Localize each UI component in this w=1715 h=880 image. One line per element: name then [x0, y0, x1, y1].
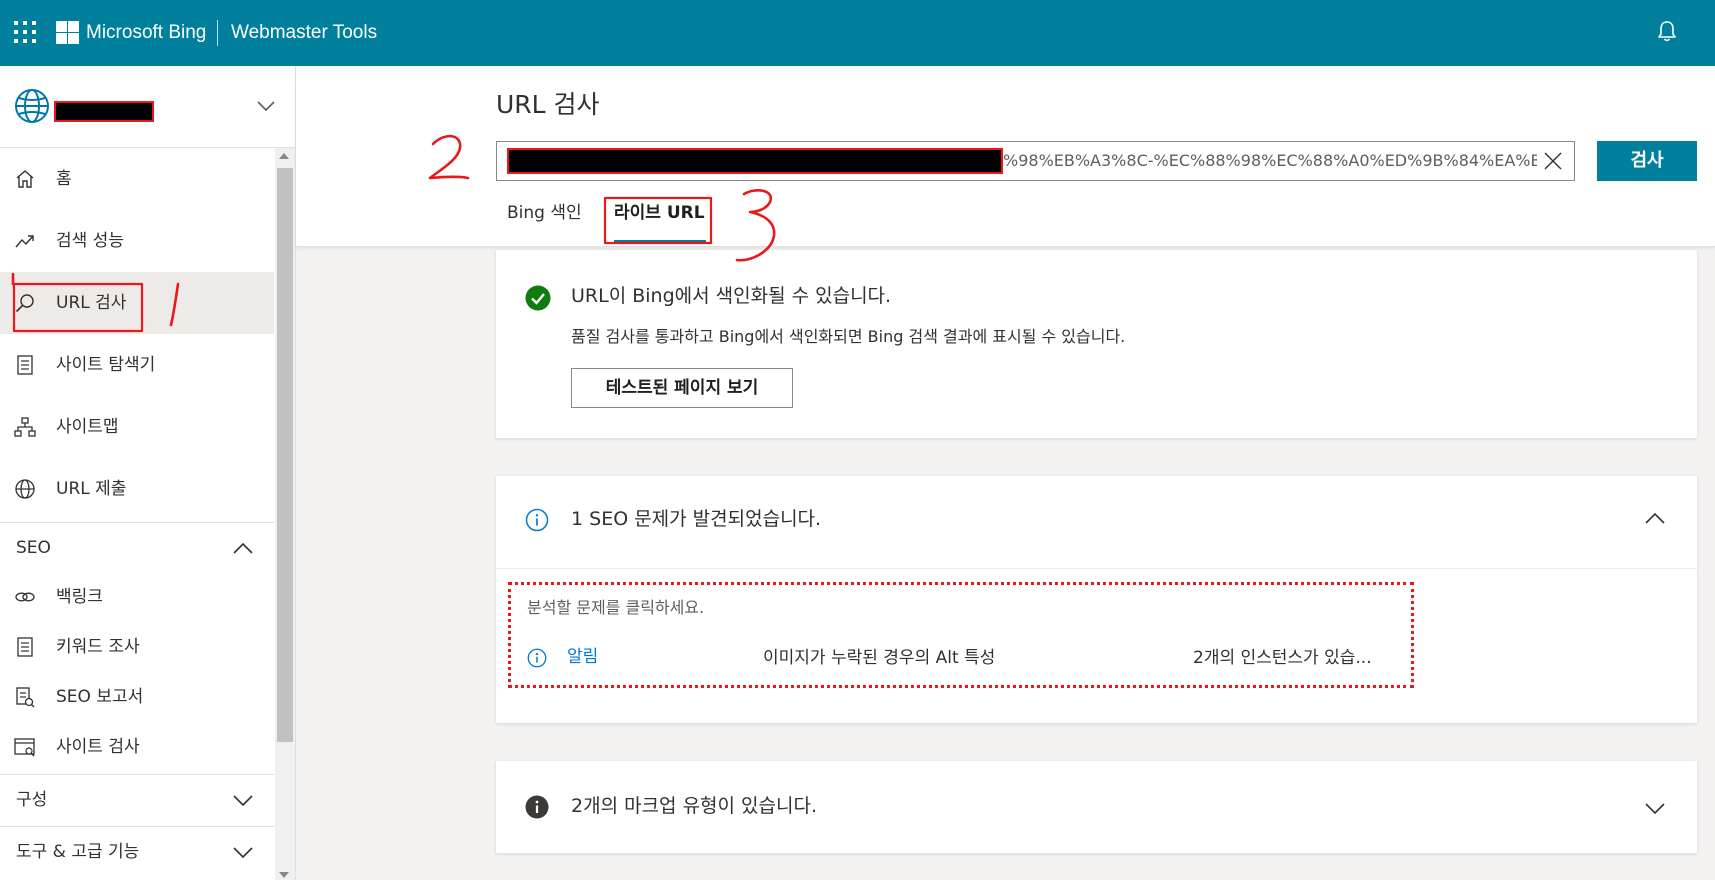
search-icon [15, 294, 34, 313]
indexable-description: 품질 검사를 통과하고 Bing에서 색인화되면 Bing 검색 결과에 표시될… [571, 327, 1126, 346]
sidebar-section-seo[interactable]: SEO [0, 522, 274, 573]
scroll-up-arrow-icon[interactable] [279, 153, 289, 159]
info-filled-icon [525, 795, 549, 819]
report-icon [16, 687, 35, 708]
browser-icon [14, 738, 35, 757]
sidebar-section-label: 구성 [16, 790, 48, 810]
chevron-down-icon [233, 795, 253, 807]
url-visible-part: %98%EB%A3%8C-%EC%88%98%EC%88%A0%ED%9B%84… [1003, 151, 1537, 170]
page-title: URL 검사 [496, 90, 600, 119]
sidebar-item-keyword-research[interactable]: 키워드 조사 [0, 622, 274, 672]
seo-issues-title[interactable]: 1 SEO 문제가 발견되었습니다. [571, 505, 821, 533]
inspect-button[interactable]: 검사 [1597, 141, 1697, 181]
sidebar-scrollbar-thumb[interactable] [277, 168, 293, 742]
top-bar: Microsoft Bing Webmaster Tools [0, 0, 1715, 66]
chevron-down-icon[interactable] [256, 96, 276, 116]
check-circle-icon [525, 285, 551, 311]
indexable-title: URL이 Bing에서 색인화될 수 있습니다. [571, 285, 892, 307]
site-name-redacted [54, 101, 154, 122]
sidebar-item-label: 사이트 검사 [56, 737, 140, 757]
tab-live-url[interactable]: 라이브 URL [614, 200, 705, 226]
active-tab-indicator [614, 240, 706, 243]
seo-issues-card: 1 SEO 문제가 발견되었습니다. 분석할 문제를 클릭하세요. 알림 이미지… [496, 476, 1697, 723]
info-icon [525, 508, 549, 532]
document-icon [17, 355, 33, 375]
sidebar-item-label: URL 검사 [56, 293, 127, 313]
view-tested-page-button[interactable]: 테스트된 페이지 보기 [571, 368, 793, 408]
sidebar-item-label: URL 제출 [56, 479, 127, 499]
sidebar-item-home[interactable]: 홈 [0, 148, 274, 210]
sidebar-item-label: 검색 성능 [56, 231, 124, 251]
chevron-down-icon[interactable] [1644, 799, 1666, 817]
url-input[interactable]: %98%EB%A3%8C-%EC%88%98%EC%88%A0%ED%9B%84… [496, 141, 1575, 181]
markup-types-card: 2개의 마크업 유형이 있습니다. [496, 761, 1697, 853]
sidebar-item-search-performance[interactable]: 검색 성능 [0, 210, 274, 272]
sitemap-icon [14, 417, 36, 437]
sidebar-item-url-inspection[interactable]: URL 검사 [0, 272, 274, 334]
notification-bell-icon[interactable] [1656, 20, 1678, 44]
sidebar-section-label: SEO [16, 538, 51, 558]
sidebar-item-label: 홈 [56, 169, 72, 189]
sidebar-item-seo-reports[interactable]: SEO 보고서 [0, 672, 274, 722]
card-divider [496, 568, 1697, 569]
link-icon [15, 592, 35, 602]
chevron-down-icon [233, 847, 253, 859]
sidebar-item-sitemaps[interactable]: 사이트맵 [0, 396, 274, 458]
globe-icon [15, 479, 35, 499]
url-redacted-part [507, 148, 1003, 174]
microsoft-logo-icon [56, 21, 79, 44]
tab-bing-index[interactable]: Bing 색인 [507, 200, 582, 226]
sidebar-section-label: 도구 & 고급 기능 [16, 842, 140, 862]
chevron-up-icon[interactable] [1644, 509, 1666, 527]
annotation-dashed-box [508, 582, 1414, 688]
sidebar-item-label: 사이트 탐색기 [56, 355, 156, 375]
product-name[interactable]: Webmaster Tools [231, 20, 377, 46]
close-icon[interactable] [1543, 151, 1563, 171]
app-launcher-icon[interactable] [14, 21, 36, 43]
scroll-down-arrow-icon[interactable] [279, 872, 289, 878]
brand-separator [217, 20, 218, 46]
document-icon [17, 637, 33, 657]
markup-types-title[interactable]: 2개의 마크업 유형이 있습니다. [571, 792, 817, 820]
sidebar-section-config[interactable]: 구성 [0, 774, 274, 825]
site-selector[interactable] [0, 66, 295, 148]
sidebar: 홈 검색 성능 URL 검사 사이트 탐색기 사이트맵 URL 제출 SEO 백… [0, 66, 296, 880]
sidebar-item-label: 사이트맵 [56, 417, 119, 437]
sidebar-item-label: SEO 보고서 [56, 687, 144, 707]
indexable-card: URL이 Bing에서 색인화될 수 있습니다. 품질 검사를 통과하고 Bin… [496, 250, 1697, 438]
chevron-up-icon [233, 542, 253, 554]
sidebar-item-label: 키워드 조사 [56, 637, 140, 657]
url-input-value: %98%EB%A3%8C-%EC%88%98%EC%88%A0%ED%9B%84… [497, 142, 1537, 180]
sidebar-item-label: 백링크 [56, 587, 103, 607]
globe-icon [15, 89, 49, 123]
sidebar-item-submit-url[interactable]: URL 제출 [0, 458, 274, 520]
sidebar-item-backlinks[interactable]: 백링크 [0, 572, 274, 622]
sidebar-section-tools[interactable]: 도구 & 고급 기능 [0, 826, 274, 877]
home-icon [16, 170, 34, 188]
sidebar-item-site-scan[interactable]: 사이트 검사 [0, 722, 274, 772]
brand-name[interactable]: Microsoft Bing [86, 20, 206, 46]
trend-icon [15, 235, 34, 248]
sidebar-item-site-explorer[interactable]: 사이트 탐색기 [0, 334, 274, 396]
